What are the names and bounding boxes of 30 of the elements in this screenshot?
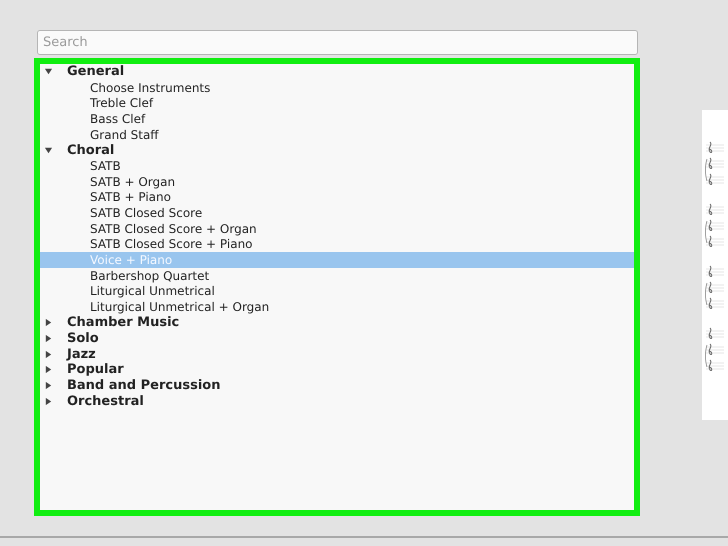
expand-arrow-icon[interactable] bbox=[44, 350, 53, 359]
template-item[interactable]: SATB Closed Score bbox=[40, 205, 634, 221]
template-item[interactable]: Grand Staff bbox=[40, 126, 634, 142]
template-item[interactable]: Bass Clef bbox=[40, 111, 634, 127]
category-item[interactable]: Choral bbox=[67, 142, 114, 158]
category-item[interactable]: Popular bbox=[67, 362, 124, 378]
collapse-arrow-icon[interactable] bbox=[44, 146, 53, 155]
template-item[interactable]: Liturgical Unmetrical + Organ bbox=[40, 299, 634, 315]
category-item[interactable]: Orchestral bbox=[67, 394, 144, 409]
search-field[interactable]: Search bbox=[37, 30, 638, 55]
expand-arrow-icon[interactable] bbox=[44, 334, 53, 344]
expand-arrow-icon[interactable] bbox=[44, 381, 53, 390]
template-item[interactable]: Treble Clef bbox=[40, 95, 634, 112]
template-item[interactable]: SATB Closed Score + Piano bbox=[40, 236, 634, 252]
category-item[interactable]: Band and Percussion bbox=[67, 378, 220, 394]
collapse-arrow-icon[interactable] bbox=[44, 67, 53, 76]
expand-arrow-icon[interactable] bbox=[44, 365, 53, 374]
template-item[interactable]: SATB + Piano bbox=[40, 190, 634, 206]
category-item[interactable]: General bbox=[67, 64, 124, 80]
expand-arrow-icon[interactable] bbox=[44, 396, 53, 406]
template-item[interactable]: Liturgical Unmetrical bbox=[40, 284, 634, 300]
category-item[interactable]: Jazz bbox=[67, 346, 96, 362]
category-item[interactable]: Solo bbox=[67, 331, 99, 346]
template-item[interactable]: Choose Instruments bbox=[40, 80, 634, 96]
expand-arrow-icon[interactable] bbox=[44, 318, 53, 328]
category-item[interactable]: Chamber Music bbox=[67, 315, 180, 330]
template-item[interactable]: SATB Closed Score + Organ bbox=[40, 220, 634, 237]
template-item[interactable]: Barbershop Quartet bbox=[40, 268, 634, 284]
template-item[interactable]: SATB + Organ bbox=[40, 174, 634, 190]
template-item[interactable]: SATB bbox=[40, 158, 634, 174]
